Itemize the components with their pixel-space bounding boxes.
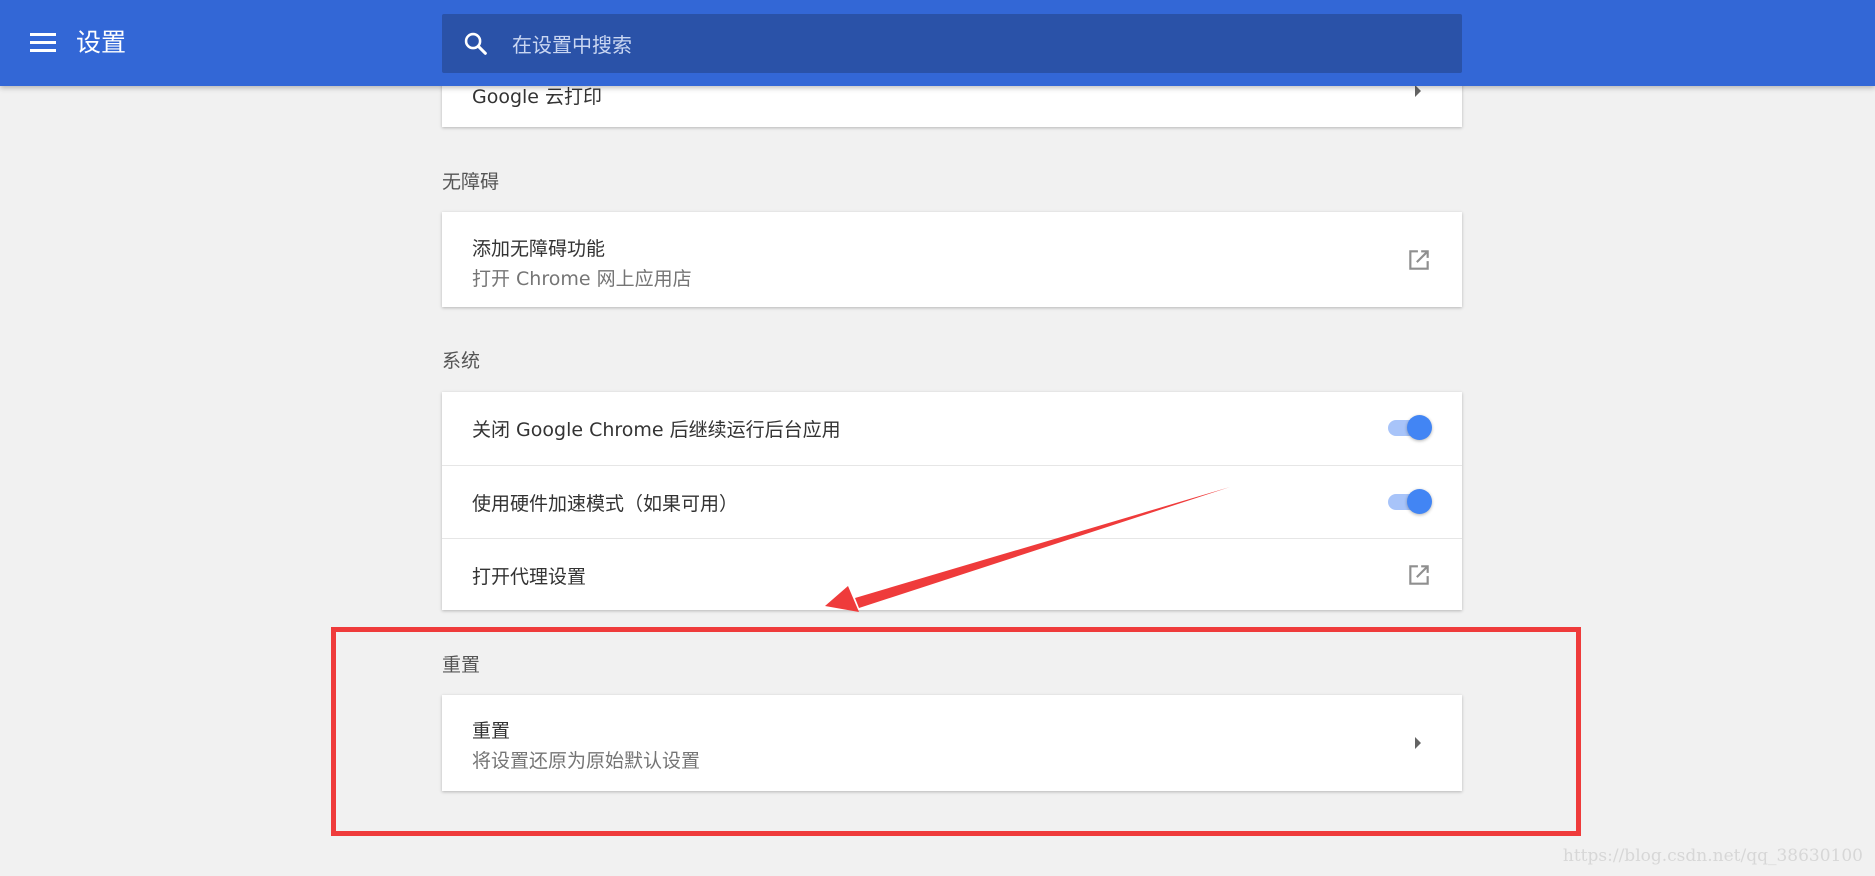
proxy-settings-label: 打开代理设置	[472, 566, 587, 588]
annotation-highlight-box	[331, 627, 1581, 836]
chevron-right-icon	[1415, 85, 1421, 97]
accessibility-card: 添加无障碍功能 打开 Chrome 网上应用店	[442, 212, 1462, 307]
background-apps-toggle[interactable]	[1386, 413, 1432, 441]
add-accessibility-label: 添加无障碍功能	[472, 238, 606, 260]
search-input[interactable]	[510, 14, 1444, 75]
section-title-system: 系统	[442, 350, 481, 372]
search-box[interactable]	[442, 14, 1462, 75]
background-apps-label: 关闭 Google Chrome 后继续运行后台应用	[472, 419, 841, 441]
search-icon	[464, 32, 487, 55]
proxy-settings-row[interactable]: 打开代理设置	[442, 538, 1462, 611]
section-title-accessibility: 无障碍	[442, 171, 500, 193]
settings-toolbar: 设置	[0, 0, 1875, 86]
watermark: https://blog.csdn.net/qq_38630100	[1562, 846, 1863, 866]
hamburger-menu-icon[interactable]	[30, 33, 56, 53]
system-card: 关闭 Google Chrome 后继续运行后台应用 使用硬件加速模式（如果可用…	[442, 392, 1462, 610]
cloud-print-label: Google 云打印	[472, 86, 603, 108]
page-title: 设置	[76, 28, 127, 57]
add-accessibility-row[interactable]: 添加无障碍功能 打开 Chrome 网上应用店	[442, 212, 1462, 307]
background-apps-row[interactable]: 关闭 Google Chrome 后继续运行后台应用	[442, 392, 1462, 465]
open-in-new-icon[interactable]	[1406, 562, 1432, 588]
hardware-acceleration-label: 使用硬件加速模式（如果可用）	[472, 493, 739, 515]
add-accessibility-subtitle: 打开 Chrome 网上应用店	[472, 268, 692, 290]
open-in-new-icon[interactable]	[1406, 247, 1432, 273]
hardware-acceleration-row[interactable]: 使用硬件加速模式（如果可用）	[442, 465, 1462, 539]
hardware-acceleration-toggle[interactable]	[1386, 487, 1432, 515]
